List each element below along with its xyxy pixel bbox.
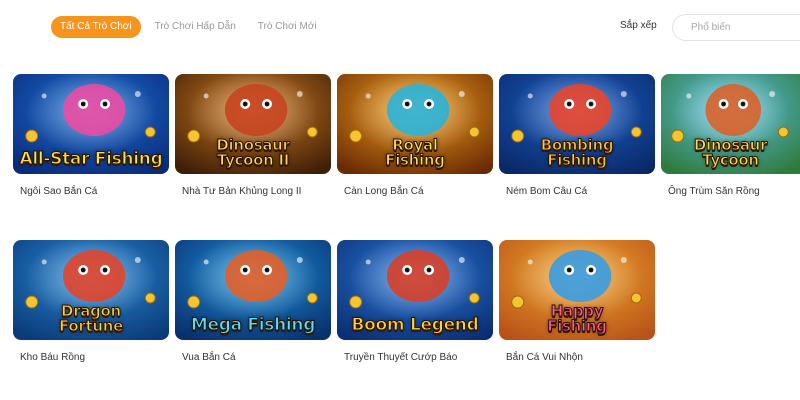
game-lobby-page: Tất Cả Trò Chơi Trò Chơi Hấp Dẫn Trò Chơ…	[0, 0, 800, 400]
game-card[interactable]: Bombing Fishing Ném Bom Câu Cá	[499, 74, 655, 197]
game-thumbnail[interactable]: Happy Fishing	[499, 240, 655, 340]
game-thumbnail[interactable]: Dinosaur Tycoon	[661, 74, 800, 174]
game-name: Bắn Cá Vui Nhộn	[506, 352, 583, 363]
game-card[interactable]: Dinosaur Tycoon Ông Trùm Săn Rồng	[661, 74, 800, 197]
game-thumbnail[interactable]: Dinosaur Tycoon II	[175, 74, 331, 174]
game-card[interactable]: Dragon Fortune Kho Báu Rồng	[13, 240, 169, 363]
thumbnail-logo-text: Dinosaur Tycoon II	[216, 136, 291, 169]
game-card[interactable]: Boom Legend Truyền Thuyết Cướp Báo	[337, 240, 493, 363]
game-thumbnail[interactable]: Royal Fishing	[337, 74, 493, 174]
tab-all-games[interactable]: Tất Cả Trò Chơi	[51, 16, 141, 38]
game-name: Truyền Thuyết Cướp Báo	[344, 352, 458, 363]
thumbnail-logo-text: Dragon Fortune	[59, 302, 124, 335]
game-thumbnail[interactable]: Boom Legend	[337, 240, 493, 340]
game-thumbnail[interactable]: Mega Fishing	[175, 240, 331, 340]
game-name: Nhà Tư Bản Khủng Long II	[182, 186, 302, 197]
game-name: Càn Long Bắn Cá	[344, 186, 424, 197]
game-card[interactable]: Happy Fishing Bắn Cá Vui Nhộn	[499, 240, 655, 363]
category-tabs: Tất Cả Trò Chơi Trò Chơi Hấp Dẫn Trò Chơ…	[51, 16, 325, 38]
game-card[interactable]: Dinosaur Tycoon II Nhà Tư Bản Khủng Long…	[175, 74, 331, 197]
game-card[interactable]: Mega Fishing Vua Bắn Cá	[175, 240, 331, 363]
tab-new-games[interactable]: Trò Chơi Mới	[250, 16, 325, 38]
game-thumbnail[interactable]: All-Star Fishing	[13, 74, 169, 174]
thumbnail-logo-text: Bombing Fishing	[540, 136, 614, 169]
game-name: Kho Báu Rồng	[20, 352, 86, 363]
game-thumbnail[interactable]: Dragon Fortune	[13, 240, 169, 340]
game-name: Ném Bom Câu Cá	[506, 186, 588, 197]
game-name: Ngôi Sao Bắn Cá	[20, 186, 98, 197]
thumbnail-logo-text: Boom Legend	[351, 315, 479, 335]
game-card[interactable]: All-Star Fishing Ngôi Sao Bắn Cá	[13, 74, 169, 197]
thumbnail-logo-text: Happy Fishing	[547, 302, 608, 335]
sort-label: Sắp xếp	[620, 20, 657, 31]
game-card[interactable]: Royal Fishing Càn Long Bắn Cá	[337, 74, 493, 197]
game-name: Ông Trùm Săn Rồng	[668, 186, 760, 197]
game-name: Vua Bắn Cá	[182, 352, 236, 363]
thumbnail-logo-text: Mega Fishing	[190, 315, 316, 335]
thumbnail-logo-text: All-Star Fishing	[19, 149, 163, 169]
tab-hot-games[interactable]: Trò Chơi Hấp Dẫn	[147, 16, 244, 38]
game-thumbnail[interactable]: Bombing Fishing	[499, 74, 655, 174]
thumbnail-logo-text: Dinosaur Tycoon	[693, 136, 768, 169]
sort-select[interactable]: Phổ biến	[672, 14, 800, 41]
thumbnail-logo-text: Royal Fishing	[385, 136, 446, 169]
